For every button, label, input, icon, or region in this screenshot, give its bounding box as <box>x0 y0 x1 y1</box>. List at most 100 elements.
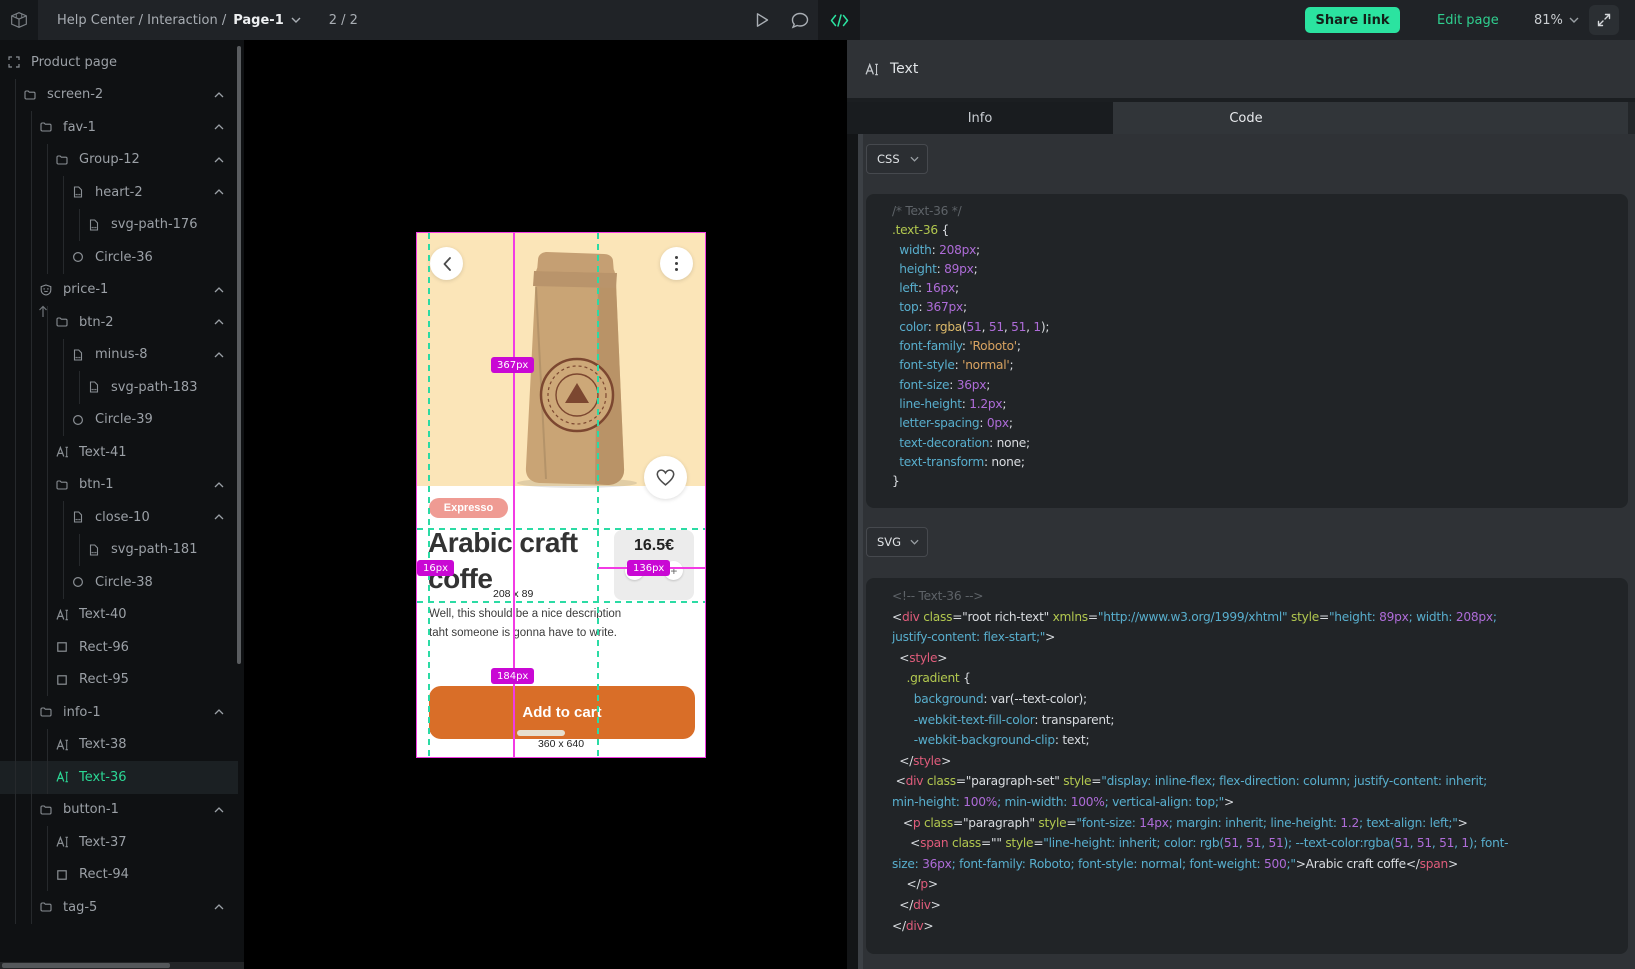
chevron-up-icon[interactable] <box>214 111 224 144</box>
fullscreen-button[interactable] <box>1589 5 1619 35</box>
inspector-panel: Text Info Code CSS /* Text-36 */.text-36… <box>847 40 1635 969</box>
chevron-up-icon[interactable] <box>214 794 224 827</box>
measure-badge-left: 16px <box>417 560 454 576</box>
canvas[interactable]: Expresso Arabic craft coffe 208 x 89 Wel… <box>244 40 847 969</box>
layer-row-Rect-94[interactable]: Rect-94 <box>0 859 238 892</box>
layer-row-svg-path-181[interactable]: svg-path-181 <box>0 534 238 567</box>
chevron-up-icon[interactable] <box>214 501 224 534</box>
code-line: <p class="paragraph" style="font-size: 1… <box>892 813 1602 834</box>
code-line: font-size: 36px; <box>892 376 1602 395</box>
chevron-up-icon[interactable] <box>214 79 224 112</box>
svg-format-select[interactable]: SVG <box>866 527 928 557</box>
chevron-down-icon[interactable] <box>291 17 301 23</box>
layer-row-minus-8[interactable]: minus-8 <box>0 339 238 372</box>
layer-row-Rect-95[interactable]: Rect-95 <box>0 664 238 697</box>
chevron-up-icon[interactable] <box>214 696 224 729</box>
tab-info[interactable]: Info <box>847 102 1113 134</box>
file-icon <box>72 349 87 361</box>
layer-row-svg-path-176[interactable]: svg-path-176 <box>0 209 238 242</box>
guide-vertical-left <box>428 233 430 757</box>
indent-guide <box>8 794 24 827</box>
comments-button[interactable] <box>787 0 813 40</box>
svg-code-block[interactable]: <!-- Text-36 --><div class="root rich-te… <box>866 578 1628 954</box>
indent-guide <box>8 339 24 372</box>
artboard-icon <box>8 56 23 68</box>
indent-guide <box>8 79 24 112</box>
chevron-up-icon[interactable] <box>214 469 224 502</box>
back-button[interactable] <box>430 247 463 280</box>
folder-icon <box>56 154 71 166</box>
layer-row-price-1[interactable]: price-1 <box>0 274 238 307</box>
layer-row-Group-12[interactable]: Group-12 <box>0 144 238 177</box>
chevron-up-icon[interactable] <box>214 274 224 307</box>
inspector-tabs: Info Code <box>847 102 1635 134</box>
tab-code[interactable]: Code <box>1113 102 1379 134</box>
product-description: Well, this should be a nice description … <box>429 605 641 643</box>
layer-row-Text-36[interactable]: Text-36 <box>0 761 238 794</box>
layer-row-info-1[interactable]: info-1 <box>0 696 238 729</box>
indent-guide <box>24 339 40 372</box>
kebab-menu-icon <box>675 256 678 271</box>
chevron-down-icon <box>910 539 919 545</box>
indent-guide <box>8 826 24 859</box>
chevron-up-icon[interactable] <box>214 144 224 177</box>
chevron-up-icon[interactable] <box>214 339 224 372</box>
layer-row-screen-2[interactable]: screen-2 <box>0 79 238 112</box>
layer-row-Product page[interactable]: Product page <box>0 46 238 79</box>
code-line: color: rgba(51, 51, 51, 1); <box>892 318 1602 337</box>
zoom-control[interactable]: 81% <box>1534 0 1579 40</box>
text-icon <box>56 739 71 751</box>
text-icon <box>56 771 71 783</box>
code-line: left: 16px; <box>892 279 1602 298</box>
indent-guide <box>8 599 24 632</box>
indent-guide <box>56 241 72 274</box>
guide-horizontal-bottom <box>417 601 705 603</box>
indent-guide <box>8 891 24 924</box>
layer-row-Circle-38[interactable]: Circle-38 <box>0 566 238 599</box>
layer-row-Rect-96[interactable]: Rect-96 <box>0 631 238 664</box>
layer-row-Text-37[interactable]: Text-37 <box>0 826 238 859</box>
layer-row-tag-5[interactable]: tag-5 <box>0 891 238 924</box>
sidebar-scrollbar-vertical[interactable] <box>237 46 241 664</box>
rect-icon <box>56 869 71 881</box>
css-code-block[interactable]: /* Text-36 */.text-36 { width: 208px; he… <box>866 194 1628 508</box>
indent-guide <box>24 501 40 534</box>
layer-row-Text-38[interactable]: Text-38 <box>0 729 238 762</box>
layer-row-close-10[interactable]: close-10 <box>0 501 238 534</box>
layer-row-btn-2[interactable]: btn-2 <box>0 306 238 339</box>
indent-guide <box>40 826 56 859</box>
indent-guide <box>40 501 56 534</box>
share-link-button[interactable]: Share link <box>1305 7 1400 33</box>
layer-row-Circle-36[interactable]: Circle-36 <box>0 241 238 274</box>
indent-guide <box>8 501 24 534</box>
indent-guide <box>40 144 56 177</box>
design-frame[interactable]: Expresso Arabic craft coffe 208 x 89 Wel… <box>416 232 706 758</box>
play-button[interactable] <box>750 0 774 40</box>
css-format-select[interactable]: CSS <box>866 144 928 174</box>
favorite-button[interactable] <box>644 456 687 499</box>
code-line: -webkit-background-clip: text; <box>892 730 1602 751</box>
chevron-up-icon[interactable] <box>214 306 224 339</box>
play-icon <box>755 12 769 28</box>
chevron-left-icon <box>443 257 451 271</box>
svg-select-value: SVG <box>877 535 901 549</box>
layer-row-svg-path-183[interactable]: svg-path-183 <box>0 371 238 404</box>
app-logo[interactable] <box>0 0 38 40</box>
layer-row-fav-1[interactable]: fav-1 <box>0 111 238 144</box>
breadcrumb[interactable]: Help Center / Interaction / Page-1 <box>57 13 301 28</box>
inspector-scrollbar[interactable] <box>858 134 863 969</box>
chevron-up-icon[interactable] <box>214 176 224 209</box>
layer-row-btn-1[interactable]: btn-1 <box>0 469 238 502</box>
menu-button[interactable] <box>660 247 693 280</box>
code-view-button[interactable] <box>818 0 860 40</box>
layer-row-Text-41[interactable]: Text-41 <box>0 436 238 469</box>
edit-page-link[interactable]: Edit page <box>1437 0 1499 40</box>
layer-row-Circle-39[interactable]: Circle-39 <box>0 404 238 437</box>
layer-row-button-1[interactable]: button-1 <box>0 794 238 827</box>
layer-row-heart-2[interactable]: heart-2 <box>0 176 238 209</box>
layer-row-Text-40[interactable]: Text-40 <box>0 599 238 632</box>
chevron-up-icon[interactable] <box>214 891 224 924</box>
zoom-level: 81% <box>1534 13 1563 28</box>
sidebar-scrollbar-horizontal[interactable] <box>2 963 170 968</box>
indent-guide <box>8 436 24 469</box>
